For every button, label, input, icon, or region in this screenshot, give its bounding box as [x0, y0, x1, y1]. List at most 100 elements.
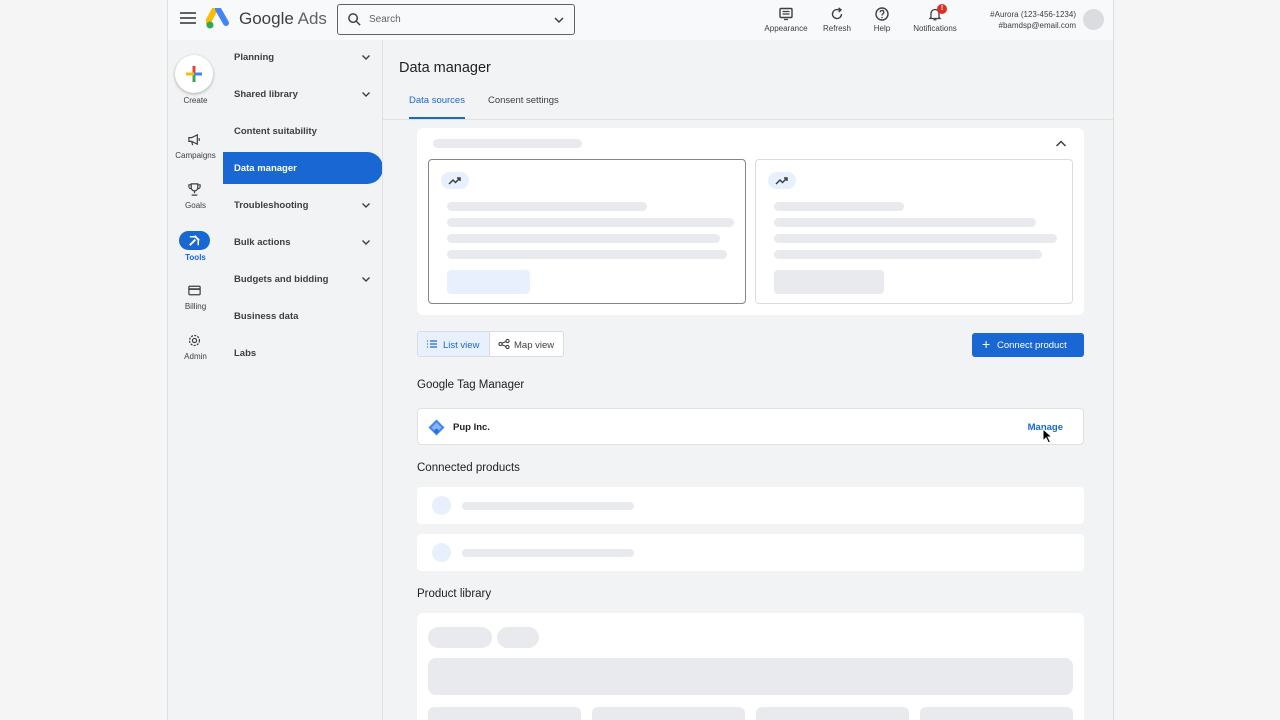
search-icon: [348, 13, 361, 26]
skeleton-line: [447, 234, 720, 243]
skeleton-tile: [756, 707, 909, 720]
nav-item-business-data[interactable]: Business data: [223, 300, 383, 332]
gtm-account-row: Pup Inc. Manage: [417, 408, 1084, 445]
map-view-label: Map view: [514, 340, 555, 351]
help-button[interactable]: Help: [852, 4, 912, 33]
source-card[interactable]: [428, 159, 746, 304]
avatar[interactable]: [1083, 9, 1104, 30]
skeleton-button: [774, 270, 884, 294]
list-icon: [427, 340, 437, 348]
skeleton-line: [447, 250, 727, 259]
gtm-section-title: Google Tag Manager: [417, 379, 525, 391]
nav-item-content-suitability[interactable]: Content suitability: [223, 115, 383, 147]
plus-icon: [186, 66, 202, 82]
nav-label: Bulk actions: [234, 237, 291, 248]
nav-item-budgets-and-bidding[interactable]: Budgets and bidding: [223, 263, 383, 295]
notification-badge: !: [937, 4, 947, 14]
account-email: #bamdsp@email.com: [998, 21, 1076, 30]
tab-data-sources[interactable]: Data sources: [409, 95, 465, 119]
product-library-card: [417, 613, 1084, 720]
tools-nav: Planning Shared library Content suitabil…: [223, 40, 383, 720]
create-label: Create: [183, 96, 208, 105]
tabs-divider: [383, 119, 1113, 120]
megaphone-icon: [188, 133, 200, 146]
chevron-down-icon: [362, 92, 370, 97]
source-card[interactable]: [755, 159, 1073, 304]
nav-label: Labs: [234, 348, 257, 359]
rail-item-campaigns[interactable]: Campaigns: [168, 132, 223, 168]
skeleton-chip: [428, 627, 492, 648]
notifications-button[interactable]: ! Notifications: [905, 4, 965, 33]
connect-product-label: Connect product: [997, 340, 1067, 351]
nav-item-planning[interactable]: Planning: [223, 41, 383, 73]
skeleton-chip: [497, 627, 539, 648]
skeleton-tile: [428, 707, 581, 720]
nav-item-data-manager[interactable]: Data manager: [223, 152, 383, 184]
google-ads-app: Google Ads Search Appearance Refresh Hel…: [167, 0, 1114, 720]
top-header: Google Ads Search Appearance Refresh Hel…: [168, 0, 1113, 40]
skeleton-line: [774, 250, 1042, 259]
page-title: Data manager: [399, 60, 491, 76]
rail-item-billing[interactable]: Billing: [168, 283, 223, 319]
list-view-button[interactable]: List view: [418, 332, 489, 356]
skeleton-avatar: [432, 543, 451, 562]
chevron-down-icon: [362, 55, 370, 60]
menu-icon[interactable]: [180, 12, 196, 26]
tag-manager-icon: [428, 419, 445, 436]
refresh-icon: [831, 7, 843, 20]
map-view-button[interactable]: Map view: [489, 332, 564, 356]
chevron-down-icon: [362, 240, 370, 245]
rail-item-tools[interactable]: Tools: [168, 231, 223, 270]
campaigns-label: Campaigns: [175, 151, 216, 160]
skeleton-tile: [920, 707, 1073, 720]
tools-active-pill: [179, 231, 210, 250]
map-view-icon: [498, 338, 510, 350]
connect-product-button[interactable]: + Connect product: [972, 333, 1084, 357]
nav-item-shared-library[interactable]: Shared library: [223, 78, 383, 110]
nav-label: Troubleshooting: [234, 200, 309, 211]
trophy-icon: [188, 183, 201, 196]
nav-item-troubleshooting[interactable]: Troubleshooting: [223, 189, 383, 221]
help-label: Help: [873, 24, 891, 33]
list-item: [417, 487, 1084, 524]
rail-item-admin[interactable]: Admin: [168, 333, 223, 369]
connected-products-title: Connected products: [417, 462, 520, 474]
chevron-down-icon: [362, 277, 370, 282]
left-rail: Create Campaigns Goals Tools Billing Adm…: [168, 40, 223, 720]
skeleton-line: [447, 218, 734, 227]
account-info[interactable]: #Aurora (123-456-1234) #bamdsp@email.com: [968, 9, 1076, 31]
list-item: [417, 534, 1084, 571]
billing-label: Billing: [184, 302, 207, 311]
admin-label: Admin: [184, 352, 207, 361]
skeleton-line: [462, 549, 634, 557]
notifications-label: Notifications: [913, 24, 957, 33]
tab-consent-settings[interactable]: Consent settings: [488, 95, 559, 119]
nav-item-labs[interactable]: Labs: [223, 337, 383, 369]
skeleton-avatar: [432, 496, 451, 515]
account-name: #Aurora (123-456-1234): [990, 10, 1076, 19]
google-ads-logo-icon: [206, 8, 229, 29]
nav-label: Business data: [234, 311, 299, 322]
mouse-cursor-icon: [1042, 428, 1054, 444]
view-toggle: List view Map view: [417, 331, 564, 357]
create-button[interactable]: [175, 55, 213, 93]
rail-item-goals[interactable]: Goals: [168, 182, 223, 218]
credit-card-icon: [188, 285, 201, 296]
gtm-account-name: Pup Inc.: [453, 422, 490, 433]
trending-up-icon: [448, 177, 461, 185]
nav-label: Data manager: [234, 163, 297, 174]
search-input[interactable]: Search: [337, 4, 575, 35]
nav-label: Budgets and bidding: [234, 274, 329, 285]
goals-label: Goals: [185, 201, 206, 210]
nav-item-bulk-actions[interactable]: Bulk actions: [223, 226, 383, 258]
trend-pill: [441, 172, 469, 189]
chevron-up-icon[interactable]: [1054, 137, 1068, 151]
product-name: Google Ads: [239, 9, 327, 29]
chevron-down-icon[interactable]: [553, 14, 565, 26]
nav-label: Shared library: [234, 89, 298, 100]
nav-label: Planning: [234, 52, 275, 63]
nav-label: Content suitability: [234, 126, 317, 137]
skeleton-line: [774, 202, 904, 211]
skeleton-title: [433, 139, 582, 148]
chevron-down-icon: [362, 203, 370, 208]
